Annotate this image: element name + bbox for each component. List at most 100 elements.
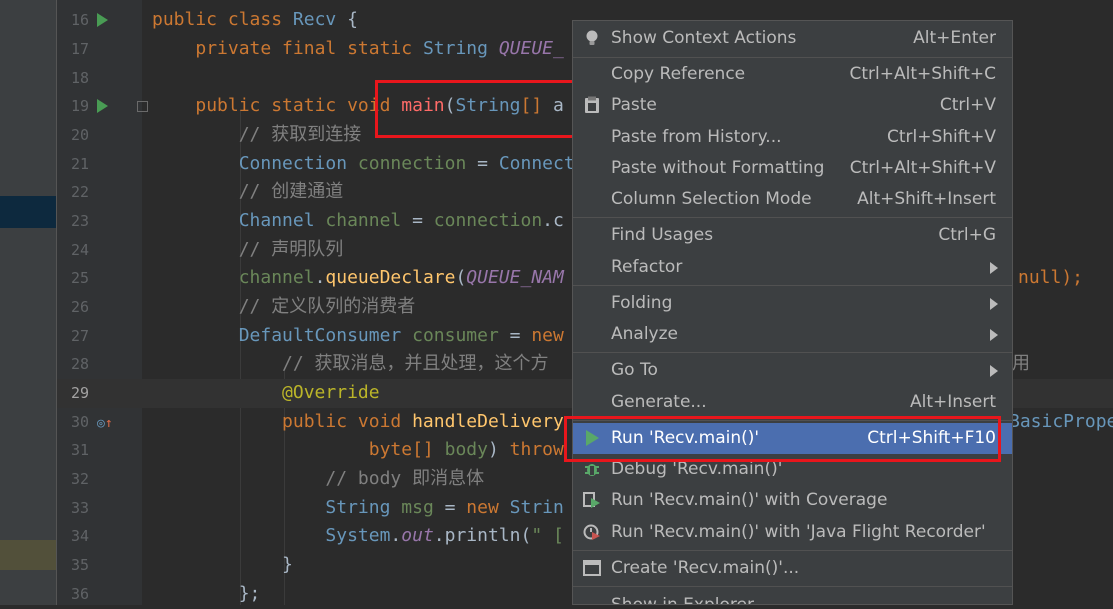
- submenu-arrow-icon: [990, 262, 998, 274]
- menu-item-refactor[interactable]: Refactor: [573, 252, 1012, 283]
- menu-item-generate[interactable]: Generate... Alt+Insert: [573, 387, 1012, 418]
- menu-item-run-coverage[interactable]: Run 'Recv.main()' with Coverage: [573, 485, 1012, 516]
- line-number: 29: [70, 384, 89, 402]
- menu-item-paste-from-history[interactable]: Paste from History... Ctrl+Shift+V: [573, 122, 1012, 153]
- submenu-arrow-icon: [990, 365, 998, 377]
- code-text: public class Recv {: [152, 9, 358, 30]
- submenu-arrow-icon: [990, 298, 998, 310]
- code-comment: // 声明队列: [152, 239, 344, 260]
- code-text: Connection connection = Connect: [238, 153, 575, 174]
- line-number: 28: [70, 355, 89, 373]
- code-annotation: @Override: [152, 382, 380, 403]
- line-number: 20: [70, 126, 89, 144]
- line-number: 35: [70, 556, 89, 574]
- menu-item-shortcut: Ctrl+Shift+V: [886, 127, 996, 147]
- menu-item-shortcut: Alt+Insert: [909, 392, 996, 412]
- submenu-arrow-icon: [990, 329, 998, 341]
- line-number: 27: [70, 327, 89, 345]
- line-number: 24: [70, 241, 89, 259]
- code-overflow-text: null);: [1018, 267, 1084, 288]
- line-number: 26: [70, 298, 89, 316]
- line-number: 32: [70, 470, 89, 488]
- menu-item-folding[interactable]: Folding: [573, 288, 1012, 319]
- menu-item-run-jfr[interactable]: Run 'Recv.main()' with 'Java Flight Reco…: [573, 517, 1012, 548]
- menu-item-label: Show Context Actions: [611, 28, 797, 48]
- menu-item-label: Paste: [611, 95, 657, 115]
- override-gutter-icon[interactable]: ◎↑: [97, 416, 113, 431]
- menu-separator: [573, 586, 1012, 587]
- debug-icon: [583, 460, 601, 478]
- menu-item-label: Column Selection Mode: [611, 189, 812, 209]
- code-comment: // 获取消息，并且处理，这个方: [152, 353, 549, 374]
- code-comment: // 创建通道: [152, 181, 344, 202]
- project-tree-selected-row[interactable]: [0, 196, 57, 228]
- menu-item-shortcut: Alt+Enter: [913, 28, 996, 48]
- line-number: 18: [70, 69, 89, 87]
- menu-item-label: Go To: [611, 360, 658, 380]
- menu-separator: [573, 550, 1012, 551]
- menu-item-analyze[interactable]: Analyze: [573, 319, 1012, 350]
- line-number: 22: [70, 183, 89, 201]
- menu-item-label: Debug 'Recv.main()': [611, 459, 783, 479]
- menu-item-label: Find Usages: [611, 225, 714, 245]
- menu-separator: [573, 352, 1012, 353]
- annotation-box-run: [564, 416, 1001, 462]
- menu-item-copy-reference[interactable]: Copy Reference Ctrl+Alt+Shift+C: [573, 59, 1012, 90]
- code-overflow-text: BasicPrope: [1009, 411, 1113, 432]
- line-number: 33: [70, 499, 89, 517]
- bulb-icon: [583, 29, 601, 47]
- menu-item-label: Create 'Recv.main()'...: [611, 558, 800, 578]
- project-panel-strip: [0, 0, 57, 605]
- code-comment: // 获取到连接: [152, 124, 362, 145]
- menu-item-label: Run 'Recv.main()' with Coverage: [611, 490, 888, 510]
- clipboard-icon: [583, 96, 601, 114]
- menu-item-shortcut: Ctrl+Alt+Shift+C: [849, 64, 996, 84]
- line-number: 19: [70, 97, 89, 115]
- menu-item-shortcut: Ctrl+V: [939, 95, 996, 115]
- line-number: 30: [70, 413, 89, 431]
- run-gutter-icon[interactable]: [97, 99, 111, 113]
- code-text: DefaultConsumer consumer = new: [238, 325, 564, 346]
- menu-item-find-usages[interactable]: Find Usages Ctrl+G: [573, 220, 1012, 251]
- menu-item-label: Show in Explorer: [611, 595, 754, 605]
- menu-item-shortcut: Ctrl+Alt+Shift+V: [849, 158, 996, 178]
- context-menu: Show Context Actions Alt+Enter Copy Refe…: [572, 20, 1013, 605]
- create-config-icon: [583, 559, 601, 577]
- code-text: };: [152, 583, 261, 604]
- menu-item-label: Analyze: [611, 324, 678, 344]
- menu-item-go-to[interactable]: Go To: [573, 355, 1012, 386]
- run-gutter-icon[interactable]: [97, 13, 111, 27]
- menu-item-label: Paste without Formatting: [611, 158, 825, 178]
- line-number: 23: [70, 212, 89, 230]
- fold-marker-icon[interactable]: [137, 101, 148, 112]
- menu-item-label: Refactor: [611, 257, 683, 277]
- line-number: 17: [70, 40, 89, 58]
- code-comment: // body 即消息体: [152, 468, 485, 489]
- line-number: 36: [70, 585, 89, 603]
- menu-separator: [573, 285, 1012, 286]
- line-number: 25: [70, 269, 89, 287]
- menu-item-shortcut: Alt+Shift+Insert: [857, 189, 996, 209]
- menu-item-label: Folding: [611, 293, 673, 313]
- coverage-icon: [583, 491, 601, 509]
- menu-item-shortcut: Ctrl+G: [938, 225, 996, 245]
- code-comment: // 定义队列的消费者: [152, 296, 416, 317]
- code-text: byte[] body) throw: [368, 439, 564, 460]
- menu-item-show-in-explorer[interactable]: Show in Explorer: [573, 590, 1012, 605]
- menu-item-label: Run 'Recv.main()' with 'Java Flight Reco…: [611, 522, 986, 542]
- line-number: 31: [70, 441, 89, 459]
- menu-item-show-context-actions[interactable]: Show Context Actions Alt+Enter: [573, 23, 1012, 54]
- code-text: }: [152, 554, 293, 575]
- line-number: 21: [70, 155, 89, 173]
- menu-item-create[interactable]: Create 'Recv.main()'...: [573, 553, 1012, 584]
- menu-item-label: Generate...: [611, 392, 707, 412]
- line-number: 34: [70, 527, 89, 545]
- menu-item-label: Copy Reference: [611, 64, 746, 84]
- code-text: public void handleDelivery: [282, 411, 564, 432]
- jfr-icon: [583, 523, 601, 541]
- code-text: String msg = new Strin: [325, 497, 564, 518]
- project-tree-row[interactable]: [0, 540, 57, 570]
- menu-item-paste-without-formatting[interactable]: Paste without Formatting Ctrl+Alt+Shift+…: [573, 153, 1012, 184]
- menu-item-paste[interactable]: Paste Ctrl+V: [573, 90, 1012, 121]
- menu-item-column-selection-mode[interactable]: Column Selection Mode Alt+Shift+Insert: [573, 184, 1012, 215]
